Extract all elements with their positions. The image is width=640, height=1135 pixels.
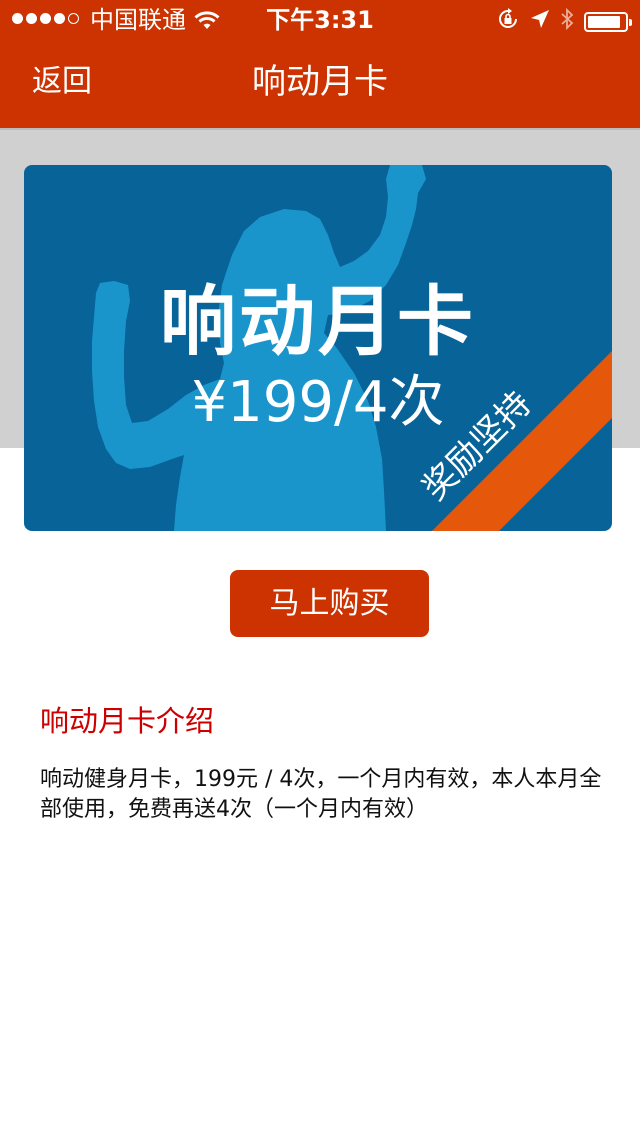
month-card-banner: 响动月卡 ¥199/4次 奖励坚持: [24, 165, 612, 531]
card-title: 响动月卡: [160, 277, 476, 366]
battery-icon: [584, 12, 632, 32]
intro-heading: 响动月卡介绍: [40, 704, 215, 738]
status-bar: 中国联通 下午3:31: [0, 0, 640, 40]
buy-now-button[interactable]: 马上购买: [230, 570, 429, 637]
location-arrow-icon: [530, 8, 550, 36]
status-icons: [496, 7, 632, 37]
screen: 中国联通 下午3:31 返回 响动月卡 响动月卡 ¥199/4次 奖励坚持 马上…: [0, 0, 640, 1135]
top-bar: 中国联通 下午3:31 返回 响动月卡: [0, 0, 640, 128]
orientation-lock-icon: [496, 7, 520, 37]
battery-fill: [588, 16, 621, 28]
intro-body: 响动健身月卡，199元 / 4次，一个月内有效，本人本月全部使用，免费再送4次（…: [40, 767, 602, 822]
navigation-bar: 返回 响动月卡: [0, 40, 640, 128]
page-title: 响动月卡: [252, 62, 388, 102]
bluetooth-icon: [560, 7, 574, 37]
